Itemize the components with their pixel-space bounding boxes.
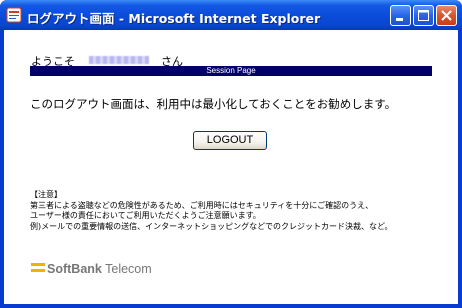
session-page-bar: Session Page: [30, 66, 432, 76]
logout-button[interactable]: LOGOUT: [193, 131, 267, 150]
user-name-redacted: [89, 56, 149, 64]
logo-text-softbank: SoftBank: [47, 262, 102, 276]
minimize-button[interactable]: [390, 5, 411, 26]
page-content: ようこそ さん Session Page このログアウト画面は、利用中は最小化して…: [4, 30, 458, 304]
notice-line-3: 例)メールでの重要情報の送信、インターネットショッピングなどでのクレジットカード…: [30, 221, 393, 231]
notice-heading: 【注意】: [30, 190, 62, 199]
minimize-recommendation: このログアウト画面は、利用中は最小化しておくことをお勧めします。: [30, 97, 397, 111]
notice-line-2: ユーザー様の責任においてご利用いただくようご注意願います。: [30, 211, 261, 220]
logo-bars-icon: [31, 263, 45, 275]
maximize-button[interactable]: [413, 5, 434, 26]
logo-text: SoftBank Telecom: [47, 262, 152, 276]
window-title: ログアウト画面 - Microsoft Internet Explorer: [27, 11, 321, 26]
browser-window: ログアウト画面 - Microsoft Internet Explorer よう…: [0, 0, 462, 308]
minimize-icon: [396, 18, 403, 21]
ie-icon: [6, 7, 22, 23]
notice-line-1: 第三者による盗聴などの危険性があるため、ご利用時にはセキュリティを十分にご確認の…: [30, 200, 374, 210]
maximize-icon: [418, 10, 429, 21]
logo-text-telecom: Telecom: [105, 262, 152, 276]
title-bar[interactable]: ログアウト画面 - Microsoft Internet Explorer: [0, 0, 462, 30]
close-icon: [441, 10, 452, 21]
notice-block: 【注意】 第三者による盗聴などの危険性があるため、ご利用時にはセキュリティを十分…: [30, 190, 393, 232]
close-button[interactable]: [436, 5, 457, 26]
